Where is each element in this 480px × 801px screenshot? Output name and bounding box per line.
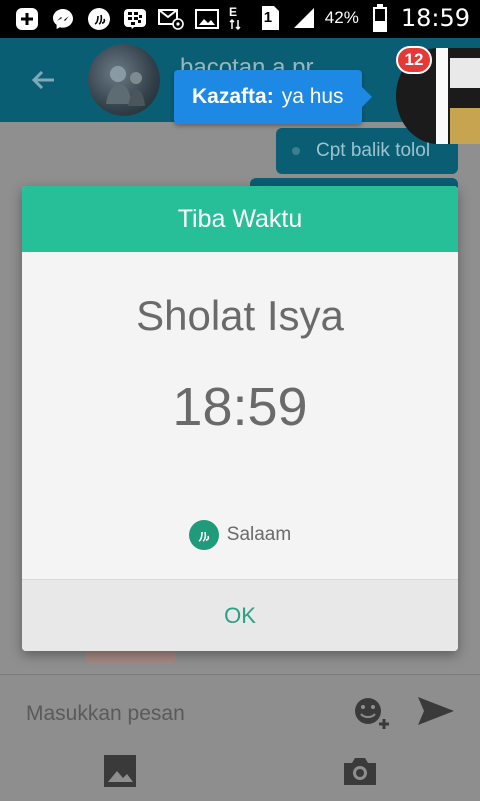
battery-percent: 42%	[324, 8, 359, 27]
brand: Salaam	[22, 520, 458, 550]
popup-arrow	[361, 87, 372, 107]
image-icon	[194, 6, 220, 32]
status-time: 18:59	[400, 4, 470, 32]
arrow-left-icon	[31, 70, 54, 90]
svg-text:E: E	[229, 5, 237, 19]
back-button[interactable]	[24, 60, 64, 100]
message-preview-popup[interactable]: Kazafta: ya hus	[174, 70, 372, 124]
prayer-time: 18:59	[172, 377, 308, 437]
status-bar: E 1 42% 18:59	[0, 0, 480, 38]
message-input-bar	[0, 674, 480, 801]
send-button[interactable]	[414, 691, 458, 731]
camera-icon	[344, 758, 376, 785]
send-icon	[418, 697, 454, 725]
salaam-icon	[86, 6, 112, 32]
salaam-logo-icon	[188, 520, 219, 550]
status-right: E 1 42% 18:59	[223, 4, 470, 32]
chat-avatar[interactable]	[88, 44, 160, 116]
message-text: Cpt balik tolol	[316, 140, 431, 161]
emoji-add-icon	[355, 698, 389, 729]
preview-sender: Kazafta:	[192, 85, 274, 108]
ok-button[interactable]: OK	[22, 580, 458, 651]
gallery-button[interactable]	[100, 751, 140, 791]
messenger-icon	[50, 6, 76, 32]
dialog-title: Tiba Waktu	[22, 186, 458, 252]
emoji-button[interactable]	[350, 691, 394, 731]
status-left-icons	[14, 6, 220, 32]
sim-slot-number: 1	[263, 9, 273, 26]
unread-count-badge: 12	[396, 46, 432, 74]
email-icon	[158, 6, 184, 32]
message-status-dot	[292, 147, 300, 155]
message-input[interactable]	[24, 697, 328, 731]
data-transfer-icon: E	[223, 5, 249, 31]
signal-icon	[291, 5, 317, 31]
camera-button[interactable]	[340, 751, 380, 791]
prayer-name: Sholat Isya	[136, 292, 344, 339]
preview-message: ya hus	[281, 85, 344, 108]
plus-icon	[14, 6, 40, 32]
dialog-footer: OK	[22, 579, 458, 651]
brand-name: Salaam	[226, 524, 292, 545]
battery-icon	[367, 4, 393, 32]
prayer-time-dialog: Tiba Waktu Sholat Isya 18:59 Salaam OK	[22, 186, 458, 651]
bbm-icon	[122, 6, 148, 32]
sim-icon: 1	[257, 5, 283, 31]
image-icon	[104, 755, 136, 787]
